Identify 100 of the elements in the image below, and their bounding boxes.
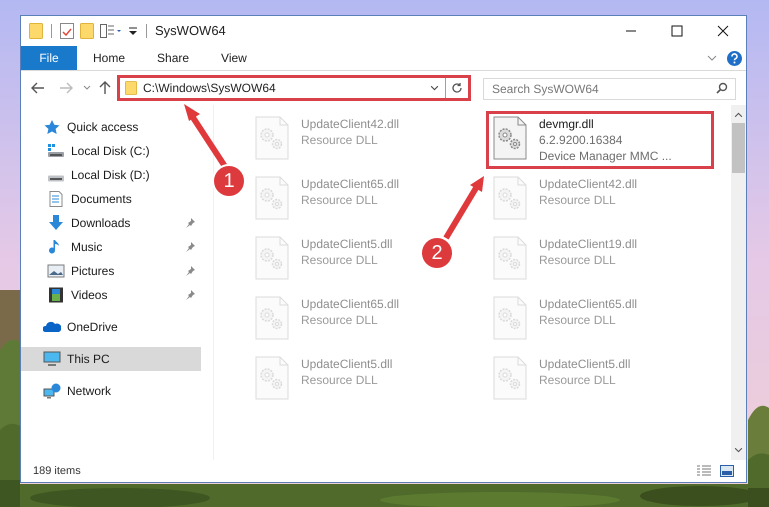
refresh-icon[interactable] [451,82,463,94]
sidebar-label: Pictures [71,263,114,280]
folder-icon [29,23,43,39]
details-view-icon[interactable] [696,465,712,477]
gear-file-icon [493,176,527,220]
download-arrow-icon [47,215,65,231]
file-detail: 6.2.9200.16384 [539,132,624,148]
file-name: UpdateClient5.dll [301,236,392,252]
monitor-icon [43,351,61,367]
scroll-up-icon[interactable] [734,110,743,119]
scroll-thumb[interactable] [732,123,745,173]
large-icons-view-icon[interactable] [720,465,734,477]
maximize-icon[interactable] [671,25,683,37]
sidebar-label: Network [67,383,112,400]
back-icon[interactable] [31,82,45,94]
layout-dropdown-icon[interactable] [100,24,122,38]
gear-file-icon [255,296,289,340]
file-name: UpdateClient5.dll [539,356,630,372]
drive-icon [47,143,65,159]
help-icon[interactable] [727,50,742,66]
file-name: UpdateClient65.dll [539,296,638,312]
file-name: UpdateClient65.dll [301,176,400,192]
picture-icon [47,263,65,279]
star-icon [43,119,61,135]
scrollbar[interactable] [731,105,746,460]
sidebar-item[interactable]: Videos [21,283,201,307]
gear-file-icon [255,176,289,220]
file-tile[interactable]: devmgr.dll 6.2.9200.16384 Device Manager MMC ... [486,111,714,169]
sidebar-item[interactable]: Local Disk (C:) [21,139,201,163]
sidebar-item[interactable]: This PC [21,347,201,371]
sidebar-label: Local Disk (C:) [71,143,150,160]
address-field[interactable]: C:\Windows\SysWOW64 [117,75,471,101]
ribbon-tab[interactable]: File [21,46,77,70]
sidebar-item[interactable]: Downloads [21,211,201,235]
up-icon[interactable] [99,81,111,95]
file-name: devmgr.dll [539,116,595,132]
file-detail: Resource DLL [539,312,617,328]
file-detail: Resource DLL [539,372,617,388]
file-detail: Resource DLL [301,132,379,148]
pin-icon [185,218,195,228]
properties-icon[interactable] [60,23,74,39]
pin-icon [185,242,195,252]
sidebar-item[interactable]: Music [21,235,201,259]
sidebar-label: Music [71,239,102,256]
drive-icon [47,174,65,182]
file-name: UpdateClient19.dll [539,236,638,252]
ribbon-tab[interactable]: View [205,46,263,70]
sidebar-item[interactable]: Pictures [21,259,201,283]
file-detail: Resource DLL [301,312,379,328]
expand-ribbon-icon[interactable] [707,53,717,63]
file-name: UpdateClient65.dll [301,296,400,312]
scroll-down-icon[interactable] [734,446,743,455]
folder-icon [125,81,137,95]
gear-file-icon [255,116,289,160]
file-detail: Resource DLL [301,372,379,388]
annotation-arrow [443,176,484,240]
file-detail: Device Manager MMC ... [539,148,672,164]
sidebar-label: Quick access [67,119,138,136]
sidebar-item[interactable]: OneDrive [21,315,201,339]
window-title: SysWOW64 [155,22,226,40]
file-name: UpdateClient5.dll [301,356,392,372]
ribbon-tab[interactable]: Share [141,46,206,70]
sidebar-label: Downloads [71,215,130,232]
sidebar-label: Local Disk (D:) [71,167,150,184]
gear-file-icon [493,236,527,280]
file-detail: Resource DLL [539,252,617,268]
recent-dropdown-icon[interactable] [83,84,91,92]
search-field[interactable]: Search SysWOW64 [483,78,736,100]
sidebar-label: Videos [71,287,108,304]
search-icon [716,82,728,94]
document-icon [47,191,65,207]
ribbon-tab[interactable]: Home [77,46,142,70]
sidebar-label: OneDrive [67,319,118,336]
sidebar-label: This PC [67,351,110,368]
sidebar-label: Documents [71,191,132,208]
network-globe-icon [43,383,61,399]
status-item-count: 189 items [33,464,81,479]
file-detail: Resource DLL [301,252,379,268]
address-dropdown-icon[interactable] [430,84,439,92]
gear-file-icon [493,296,527,340]
customize-toolbar-icon[interactable] [128,26,138,36]
gear-file-icon [255,236,289,280]
pin-icon [185,290,195,300]
gear-file-icon [255,356,289,400]
film-icon [47,287,65,303]
gear-file-icon [493,116,527,160]
sidebar-item[interactable]: Quick access [21,115,201,139]
file-detail: Resource DLL [539,192,617,208]
file-name: UpdateClient42.dll [301,116,400,132]
file-detail: Resource DLL [301,192,379,208]
sidebar-item[interactable]: Network [21,379,201,403]
new-folder-icon [80,23,94,39]
pin-icon [185,266,195,276]
address-path: C:\Windows\SysWOW64 [143,80,276,97]
close-icon[interactable] [717,25,729,37]
sidebar-item[interactable]: Local Disk (D:) [21,163,201,187]
sidebar-item[interactable]: Documents [21,187,201,211]
gear-file-icon [493,356,527,400]
cloud-icon [43,319,61,335]
file-name: UpdateClient42.dll [539,176,638,192]
